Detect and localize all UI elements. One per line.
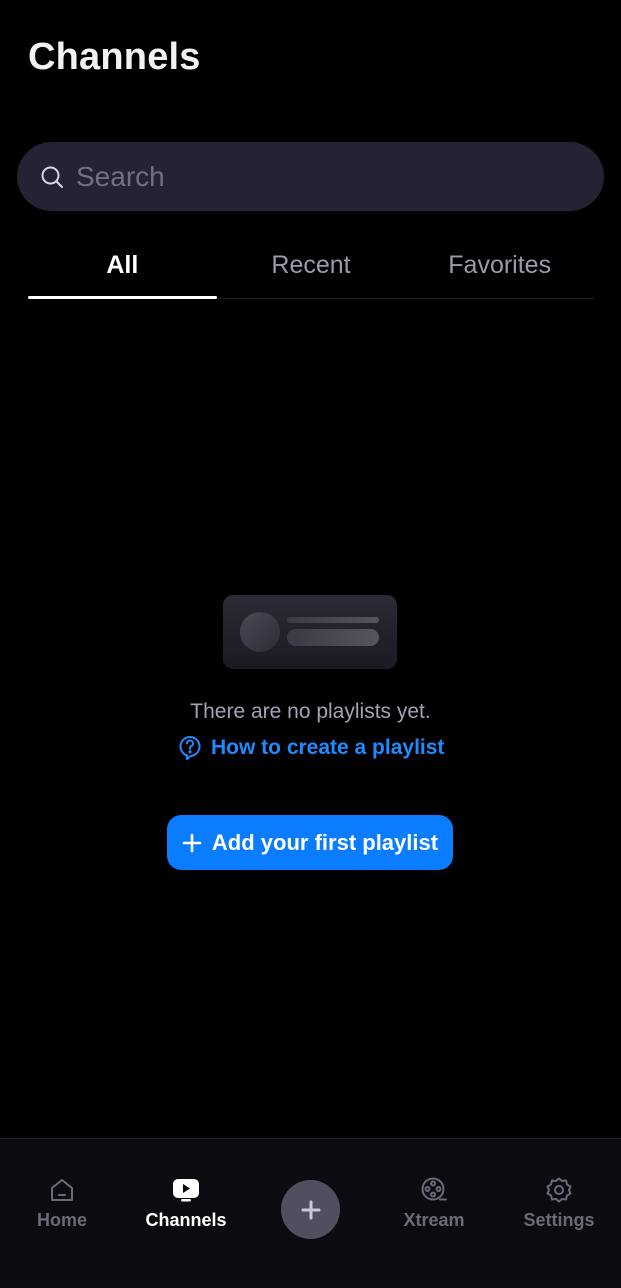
help-link-label: How to create a playlist [211, 736, 445, 759]
search-icon [39, 164, 65, 190]
bottom-navigation: Home Channels Xtream Settings [0, 1138, 621, 1288]
film-reel-icon [419, 1175, 449, 1205]
nav-label-channels: Channels [145, 1210, 227, 1230]
nav-item-channels[interactable]: Channels [131, 1175, 241, 1231]
home-icon [47, 1175, 77, 1205]
plus-icon [182, 833, 202, 853]
tab-bar: All Recent Favorites [28, 240, 594, 299]
nav-label-settings: Settings [523, 1210, 595, 1230]
nav-item-home[interactable]: Home [7, 1175, 117, 1231]
empty-state-message: There are no playlists yet. [190, 700, 431, 723]
nav-item-xtream[interactable]: Xtream [379, 1175, 489, 1231]
search-input[interactable] [74, 159, 558, 194]
illustration-avatar-placeholder [240, 612, 280, 652]
illustration-line-placeholder [287, 629, 379, 646]
nav-label-home: Home [36, 1210, 87, 1230]
gear-icon [544, 1175, 574, 1205]
add-button-label: Add your first playlist [211, 829, 439, 855]
add-fab-button[interactable] [281, 1180, 340, 1239]
page-title: Channels [28, 36, 201, 78]
empty-playlist-illustration [223, 595, 397, 669]
tab-favorites[interactable]: Favorites [405, 240, 594, 298]
question-mark-icon [178, 735, 202, 761]
how-to-create-playlist-link[interactable]: How to create a playlist [178, 735, 444, 761]
tab-all[interactable]: All [28, 240, 217, 299]
plus-icon [301, 1200, 321, 1220]
tab-recent[interactable]: Recent [217, 240, 406, 298]
nav-label-xtream: Xtream [403, 1210, 465, 1230]
illustration-line-placeholder [287, 617, 379, 623]
add-first-playlist-button[interactable]: Add your first playlist [167, 815, 453, 870]
nav-item-settings[interactable]: Settings [504, 1175, 614, 1231]
tv-icon [171, 1175, 201, 1205]
search-bar[interactable] [17, 142, 604, 211]
